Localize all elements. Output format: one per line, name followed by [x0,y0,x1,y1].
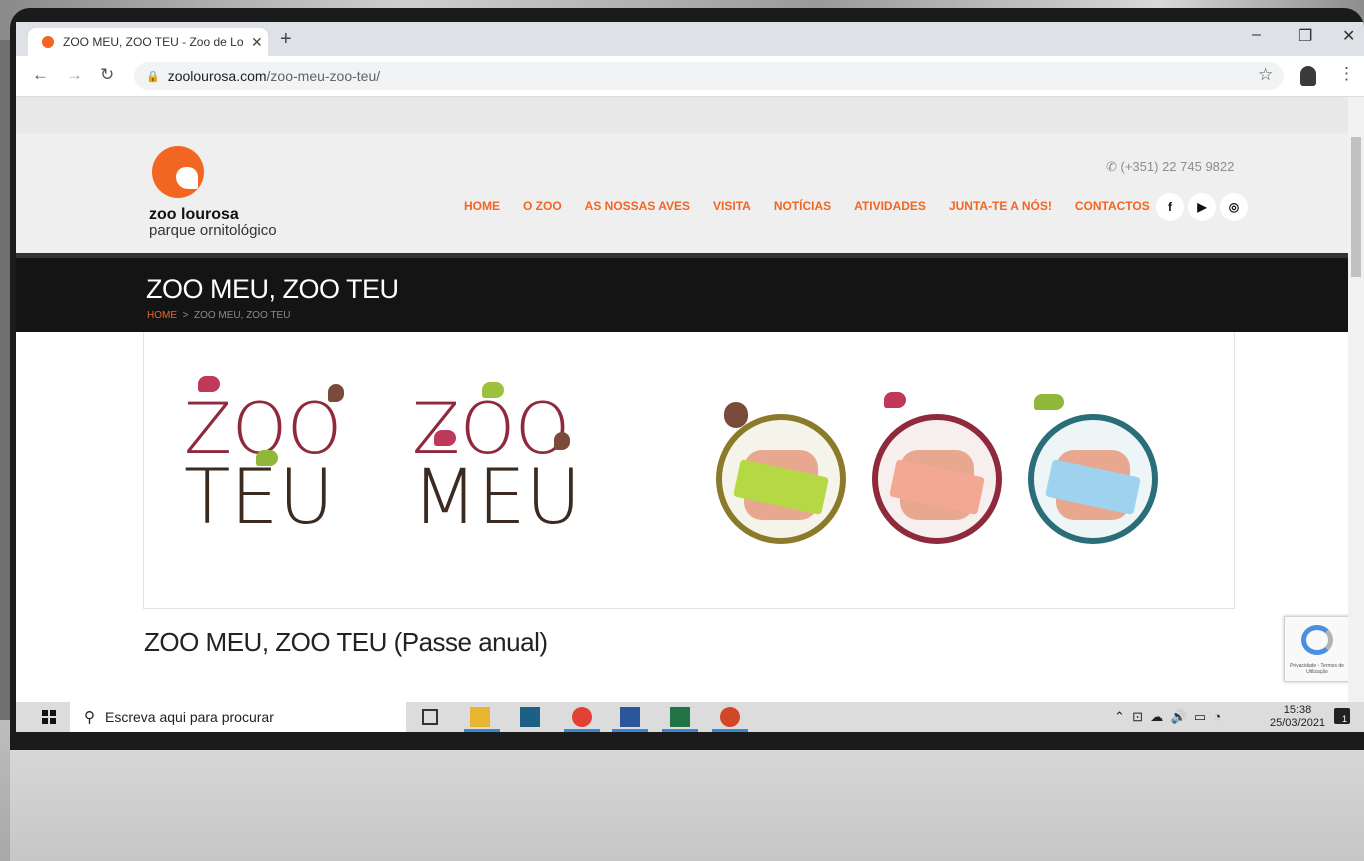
page-title: ZOO MEU, ZOO TEU [146,274,399,304]
bird-icon [884,392,906,408]
search-icon: ⚲ [84,709,95,726]
nav-o-zoo[interactable]: O ZOO [523,199,562,213]
recaptcha-badge[interactable]: Privacidade - Termos de Utilização [1284,616,1348,682]
notification-count: 1 [1342,714,1348,724]
site-header: zoo lourosa parque ornitológico ✆ (+351)… [16,133,1348,253]
word-icon[interactable] [620,707,640,727]
lock-icon: 🔒 [146,70,160,83]
page-scrollbar[interactable] [1348,97,1364,702]
kebab-menu-icon[interactable]: ⋮ [1338,64,1355,84]
close-tab-icon[interactable]: ✕ [251,34,263,51]
breadcrumb-current: ZOO MEU, ZOO TEU [193,310,291,321]
logo-subtitle: parque ornitológico [149,222,277,239]
powerpoint-icon[interactable] [720,707,740,727]
back-icon[interactable]: ← [32,65,49,85]
banner-right-meu: MEU [412,452,582,541]
bird-icon [256,450,278,466]
task-view-icon[interactable] [422,709,438,725]
bird-icon [198,376,220,392]
active-indicator [712,729,748,732]
browser-tab[interactable]: ZOO MEU, ZOO TEU - Zoo de Lo ✕ [28,28,268,56]
system-tray[interactable]: ⌃ ⊡ ☁ 🔊 ▭ ◔ [1114,709,1221,725]
clock-date: 25/03/2021 [1270,717,1326,729]
nav-junta-te[interactable]: JUNTA-TE A NÓS! [949,199,1052,213]
green-card-circle [716,414,846,544]
tab-strip: ZOO MEU, ZOO TEU - Zoo de Lo ✕ + – ❐ ✕ [16,22,1364,56]
file-explorer-icon[interactable] [470,707,490,727]
facebook-icon[interactable]: f [1156,193,1184,221]
nav-contactos[interactable]: CONTACTOS [1075,199,1150,213]
reload-icon[interactable]: ↻ [100,65,114,85]
new-tab-icon[interactable]: + [280,28,292,51]
minimize-icon[interactable]: – [1252,26,1261,44]
windows-start-icon[interactable] [42,710,56,724]
active-indicator [662,729,698,732]
nav-as-nossas-aves[interactable]: AS NOSSAS AVES [585,199,690,213]
owl-icon [328,384,344,402]
taskbar: ⚲ Escreva aqui para procurar ⌃ ⊡ ☁ 🔊 ▭ ◔… [16,702,1364,732]
active-indicator [464,729,500,732]
top-strip [16,97,1348,133]
web-page: zoo lourosa parque ornitológico ✆ (+351)… [16,97,1348,702]
nav-visita[interactable]: VISITA [713,199,751,213]
search-placeholder: Escreva aqui para procurar [105,709,274,725]
close-window-icon[interactable]: ✕ [1342,26,1355,46]
scroll-thumb[interactable] [1351,137,1361,277]
nav-atividades[interactable]: ATIVIDADES [854,199,926,213]
active-indicator [564,729,600,732]
recaptcha-icon [1301,625,1333,655]
address-bar[interactable]: 🔒 zoolourosa.com/zoo-meu-zoo-teu/ [134,62,1284,90]
url-text: zoolourosa.com/zoo-meu-zoo-teu/ [167,68,381,84]
bird-icon [1034,394,1064,410]
laptop-base [10,750,1364,861]
nav-noticias[interactable]: NOTÍCIAS [774,199,831,213]
blue-card-circle [1028,414,1158,544]
browser-toolbar: ← → ↻ 🔒 zoolourosa.com/zoo-meu-zoo-teu/ … [16,56,1364,97]
page-title-bar: ZOO MEU, ZOO TEU HOME > ZOO MEU, ZOO TEU [16,258,1348,332]
breadcrumb: HOME > ZOO MEU, ZOO TEU [147,310,290,321]
taskbar-search[interactable]: ⚲ Escreva aqui para procurar [70,702,406,732]
notification-icon[interactable]: 1 [1334,708,1350,724]
bookmark-star-icon[interactable]: ☆ [1258,65,1273,85]
instagram-icon[interactable]: ◎ [1220,193,1248,221]
laptop-frame: ZOO MEU, ZOO TEU - Zoo de Lo ✕ + – ❐ ✕ ←… [10,8,1364,861]
chrome-icon[interactable] [572,707,592,727]
banner-image: ZOO TEU ZOO MEU [143,332,1235,609]
screen: ZOO MEU, ZOO TEU - Zoo de Lo ✕ + – ❐ ✕ ←… [16,22,1364,732]
clock-time: 15:38 [1283,704,1312,716]
clock[interactable]: 15:38 25/03/2021 [1270,704,1325,730]
excel-icon[interactable] [670,707,690,727]
section-subtitle: ZOO MEU, ZOO TEU (Passe anual) [144,627,548,657]
profile-avatar[interactable] [1300,66,1316,86]
restore-icon[interactable]: ❐ [1298,26,1312,46]
forward-icon[interactable]: → [66,65,83,85]
logo-bird-icon [176,167,198,189]
app-icon[interactable] [520,707,540,727]
tab-title: ZOO MEU, ZOO TEU - Zoo de Lo [63,35,244,49]
active-indicator [612,729,648,732]
youtube-icon[interactable]: ▶ [1188,193,1216,221]
breadcrumb-home[interactable]: HOME [147,310,177,321]
phone-number: ✆ (+351) 22 745 9822 [1106,159,1235,174]
bird-icon [482,382,504,398]
nav-home[interactable]: HOME [464,199,500,213]
pink-card-circle [872,414,1002,544]
recaptcha-text: Privacidade - Termos de Utilização [1290,663,1344,675]
owl-icon [554,432,570,450]
owl-icon [724,402,748,428]
favicon-icon [42,36,54,48]
bird-icon [434,430,456,446]
main-navigation: HOME O ZOO AS NOSSAS AVES VISITA NOTÍCIA… [464,199,1173,213]
breadcrumb-separator: > [182,310,189,321]
